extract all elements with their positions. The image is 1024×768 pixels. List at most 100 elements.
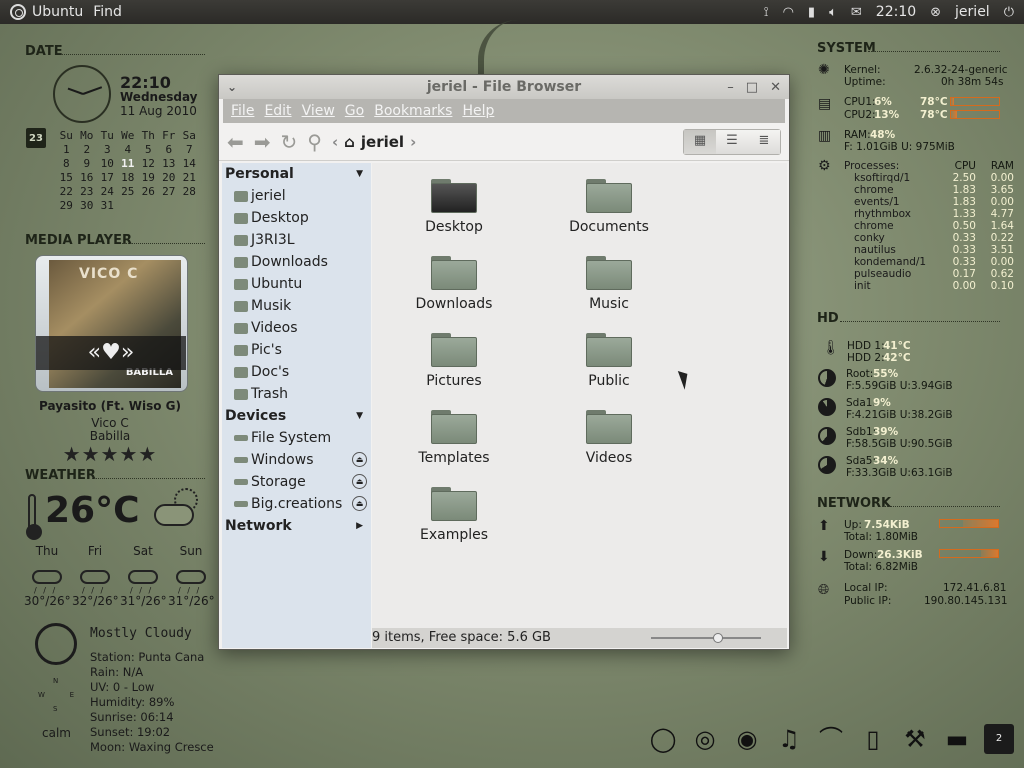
file-item[interactable]: Public <box>539 333 679 389</box>
battery-icon[interactable]: ▮ <box>808 5 815 20</box>
calendar-day[interactable]: 18 <box>118 171 139 185</box>
calendar-day[interactable]: 23 <box>77 185 98 199</box>
calendar-day[interactable]: 14 <box>179 157 200 171</box>
sidebar-item-bigcreations[interactable]: Big.creations ⏏ <box>222 493 371 515</box>
sidebar-item-desktop[interactable]: Desktop <box>222 207 371 229</box>
reload-icon[interactable]: ↻ <box>281 130 298 154</box>
calendar-day[interactable]: 6 <box>159 143 180 157</box>
file-item[interactable]: Pictures <box>384 333 524 389</box>
calendar-day[interactable]: 17 <box>97 171 118 185</box>
file-item[interactable]: Templates <box>384 410 524 466</box>
zoom-slider-knob[interactable] <box>713 633 723 643</box>
expand-arrow-icon[interactable]: ▶ <box>356 515 363 537</box>
media-controls[interactable]: «♥» <box>36 336 186 370</box>
sidebar-item-pics[interactable]: Pic's <box>222 339 371 361</box>
calendar-day[interactable]: 26 <box>138 185 159 199</box>
sidebar-section-network[interactable]: Network ▶ <box>222 515 371 537</box>
document-icon[interactable]: ▯ <box>858 724 888 754</box>
compact-view-button[interactable]: ≣ <box>748 129 780 154</box>
calendar-day[interactable]: 30 <box>77 199 98 213</box>
calendar-day[interactable]: 9 <box>77 157 98 171</box>
file-item[interactable]: Downloads <box>384 256 524 312</box>
sidebar-item-windows[interactable]: Windows ⏏ <box>222 449 371 471</box>
sidebar-item-trash[interactable]: Trash <box>222 383 371 405</box>
icon-view-button[interactable]: ▦ <box>684 129 716 154</box>
volume-icon[interactable]: 🔈︎ <box>829 5 837 20</box>
crumb-right-arrow-icon[interactable]: › <box>410 133 416 151</box>
file-view[interactable]: Desktop Documents Downloads Music Pictures Pu… <box>372 163 787 628</box>
calendar-day[interactable]: 28 <box>179 185 200 199</box>
calendar-day[interactable]: 29 <box>56 199 77 213</box>
wireless-signal-icon[interactable]: ⟟ <box>764 5 769 20</box>
menu-help[interactable]: Help <box>462 103 494 119</box>
calendar-day[interactable] <box>179 199 200 213</box>
window-titlebar[interactable]: ⌄ jeriel - File Browser – □ ✕ <box>219 75 789 99</box>
crumb-left-arrow-icon[interactable]: ‹ <box>332 133 338 151</box>
menu-view[interactable]: View <box>302 103 335 119</box>
wrench-icon[interactable]: ⚒ <box>900 724 930 754</box>
calendar-day[interactable]: 15 <box>56 171 77 185</box>
sidebar-item-filesystem[interactable]: File System <box>222 427 371 449</box>
trash-badge[interactable]: 2 <box>984 724 1014 754</box>
calendar-day[interactable]: 5 <box>138 143 159 157</box>
sidebar-item-downloads[interactable]: Downloads <box>222 251 371 273</box>
zoom-slider[interactable] <box>651 633 761 643</box>
sidebar-section-personal[interactable]: Personal ▼ <box>222 163 371 185</box>
list-view-button[interactable]: ☰ <box>716 129 748 154</box>
panel-user[interactable]: jeriel <box>955 4 990 20</box>
eject-icon[interactable]: ⏏ <box>352 474 367 489</box>
forward-arrow-icon[interactable]: ➡ <box>254 130 271 154</box>
search-icon[interactable]: ⚲ <box>307 130 322 154</box>
calendar-day[interactable]: 22 <box>56 185 77 199</box>
calendar-day[interactable]: 4 <box>118 143 139 157</box>
eject-icon[interactable]: ⏏ <box>352 452 367 467</box>
heart-icon[interactable]: ♥ <box>101 340 121 365</box>
calendar-day[interactable]: 1 <box>56 143 77 157</box>
next-icon[interactable]: » <box>121 340 134 365</box>
music-icon[interactable]: ♫ <box>774 724 804 754</box>
bird-icon[interactable]: ⌒ <box>816 724 846 754</box>
calendar-day[interactable] <box>138 199 159 213</box>
collapse-arrow-icon[interactable]: ▼ <box>356 163 363 185</box>
eject-icon[interactable]: ⏏ <box>352 496 367 511</box>
sidebar-item-musik[interactable]: Musik <box>222 295 371 317</box>
sidebar-item-ubuntu[interactable]: Ubuntu <box>222 273 371 295</box>
calendar-day[interactable]: 3 <box>97 143 118 157</box>
rating-stars[interactable]: ★★★★★ <box>0 442 220 466</box>
calendar-day[interactable]: 11 <box>118 157 139 171</box>
calendar-day[interactable]: 24 <box>97 185 118 199</box>
calendar-day[interactable]: 12 <box>138 157 159 171</box>
chrome-icon[interactable]: ◎ <box>690 724 720 754</box>
previous-icon[interactable]: « <box>88 340 101 365</box>
calendar-day[interactable] <box>118 199 139 213</box>
sidebar-item-storage[interactable]: Storage ⏏ <box>222 471 371 493</box>
sidebar-item-jeriel[interactable]: jeriel <box>222 185 371 207</box>
menu-file[interactable]: File <box>231 103 254 119</box>
minimize-icon[interactable]: – <box>727 80 734 95</box>
ubuntu-menu[interactable]: Ubuntu <box>10 4 83 20</box>
calendar-day[interactable]: 19 <box>138 171 159 185</box>
menu-edit[interactable]: Edit <box>264 103 291 119</box>
crumb-home[interactable]: jeriel <box>361 133 404 151</box>
maximize-icon[interactable]: □ <box>746 80 758 95</box>
menu-go[interactable]: Go <box>345 103 364 119</box>
calendar-day[interactable]: 20 <box>159 171 180 185</box>
menu-bookmarks[interactable]: Bookmarks <box>374 103 452 119</box>
file-item[interactable]: Videos <box>539 410 679 466</box>
collapse-arrow-icon[interactable]: ▼ <box>356 405 363 427</box>
calendar-day[interactable]: 31 <box>97 199 118 213</box>
firefox-icon[interactable]: ◉ <box>732 724 762 754</box>
folder-icon[interactable]: ▬ <box>942 724 972 754</box>
calendar-day[interactable]: 21 <box>179 171 200 185</box>
calendar-day[interactable] <box>159 199 180 213</box>
calendar-day[interactable]: 8 <box>56 157 77 171</box>
find-menu[interactable]: Find <box>93 4 122 20</box>
file-item[interactable]: Documents <box>539 179 679 235</box>
file-browser-window[interactable]: ⌄ jeriel - File Browser – □ ✕ File Edit Vi… <box>218 74 790 650</box>
circle-app-icon[interactable]: ◯ <box>648 724 678 754</box>
calendar-day[interactable]: 27 <box>159 185 180 199</box>
wifi-icon[interactable]: ◠ <box>783 5 794 20</box>
calendar-day[interactable]: 10 <box>97 157 118 171</box>
sidebar-item-j3ri3l[interactable]: J3RI3L <box>222 229 371 251</box>
calendar-day[interactable]: 7 <box>179 143 200 157</box>
